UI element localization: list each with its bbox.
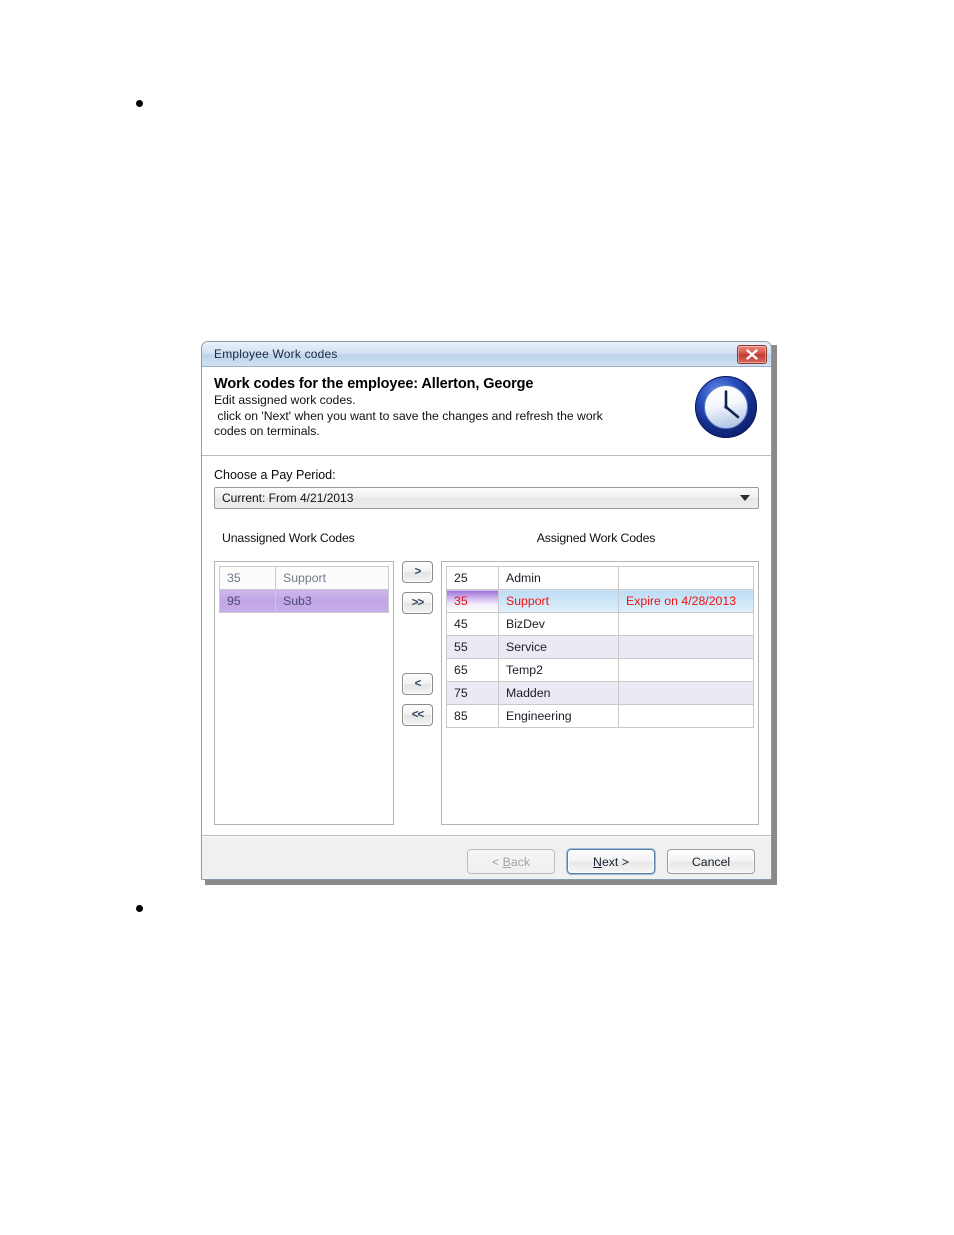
cell-name: Admin: [498, 566, 619, 590]
cell-name: Engineering: [498, 704, 619, 728]
table-row[interactable]: 65 Temp2: [446, 658, 754, 682]
transfer-caption-spacer: [416, 531, 419, 547]
cancel-button[interactable]: Cancel: [667, 849, 755, 874]
document-bullet-bottom: [136, 905, 143, 912]
header-title: Work codes for the employee: Allerton, G…: [214, 376, 534, 392]
table-row[interactable]: 35 Support: [219, 566, 389, 590]
chevron-double-right-icon: >>: [411, 597, 424, 609]
cell-code: 75: [446, 681, 499, 705]
close-button[interactable]: [737, 344, 767, 364]
dialog-title: Employee Work codes: [214, 347, 338, 361]
table-row[interactable]: 25 Admin: [446, 566, 754, 590]
unassigned-caption: Unassigned Work Codes: [222, 531, 355, 545]
cell-code: 35: [446, 589, 499, 613]
header-line-2: click on 'Next' when you want to save th…: [214, 408, 603, 423]
cell-code: 85: [446, 704, 499, 728]
dialog-header-text: Work codes for the employee: Allerton, G…: [214, 376, 689, 440]
dialog-body: Choose a Pay Period: Current: From 4/21/…: [202, 456, 771, 825]
dialog-footer: < Back Next > Cancel: [202, 835, 771, 879]
unassigned-grid: 35 Support 95 Sub3: [219, 566, 389, 613]
table-row[interactable]: 85 Engineering: [446, 704, 754, 728]
cell-name: BizDev: [498, 612, 619, 636]
employee-work-codes-dialog: Employee Work codes Work codes for the e…: [201, 341, 772, 880]
assign-all-button[interactable]: >>: [402, 592, 433, 614]
unassign-all-button[interactable]: <<: [402, 704, 433, 726]
unassigned-listbox[interactable]: 35 Support 95 Sub3: [214, 561, 394, 825]
assigned-listbox[interactable]: 25 Admin 35 Support Expire on 4/28/2013 45 Biz…: [441, 561, 759, 825]
unassign-one-button[interactable]: <: [402, 673, 433, 695]
cell-name: Madden: [498, 681, 619, 705]
cell-name: Sub3: [275, 589, 389, 613]
chevron-double-left-icon: <<: [411, 709, 424, 721]
work-codes-transfer-area: Unassigned Work Codes 35 Support 95 Sub3 > …: [214, 531, 759, 825]
assigned-grid: 25 Admin 35 Support Expire on 4/28/2013 45 Biz…: [446, 566, 754, 728]
next-button[interactable]: Next >: [567, 849, 655, 874]
dialog-header: Work codes for the employee: Allerton, G…: [202, 367, 771, 456]
cell-note: [618, 658, 754, 682]
assigned-column: Assigned Work Codes 25 Admin 35 Support Expi…: [441, 531, 759, 825]
cell-note: [618, 635, 754, 659]
table-row[interactable]: 75 Madden: [446, 681, 754, 705]
cell-code: 55: [446, 635, 499, 659]
dialog-titlebar: Employee Work codes: [202, 342, 771, 367]
cell-code: 45: [446, 612, 499, 636]
chevron-right-icon: >: [414, 566, 422, 578]
back-button-label: < Back: [492, 854, 530, 869]
pay-period-select[interactable]: Current: From 4/21/2013: [214, 487, 759, 509]
cell-name: Temp2: [498, 658, 619, 682]
next-button-label: Next >: [593, 854, 629, 869]
chevron-left-icon: <: [414, 678, 422, 690]
unassigned-column: Unassigned Work Codes 35 Support 95 Sub3: [214, 531, 394, 825]
cell-note: Expire on 4/28/2013: [618, 589, 754, 613]
table-row[interactable]: 35 Support Expire on 4/28/2013: [446, 589, 754, 613]
back-button[interactable]: < Back: [467, 849, 555, 874]
cell-note: [618, 612, 754, 636]
cell-name: Support: [275, 566, 389, 590]
cancel-button-label: Cancel: [691, 854, 731, 869]
header-line-1: Edit assigned work codes.: [214, 393, 356, 407]
cell-note: [618, 566, 754, 590]
chevron-down-icon: [740, 495, 750, 501]
cell-name: Support: [498, 589, 619, 613]
assign-one-button[interactable]: >: [402, 561, 433, 583]
cell-code: 95: [219, 589, 276, 613]
header-line-3: codes on terminals.: [214, 424, 320, 438]
cell-code: 65: [446, 658, 499, 682]
table-row[interactable]: 55 Service: [446, 635, 754, 659]
cell-name: Service: [498, 635, 619, 659]
cell-note: [618, 704, 754, 728]
cell-note: [618, 681, 754, 705]
transfer-buttons-column: > >> < <<: [394, 531, 441, 735]
cell-code: 35: [219, 566, 276, 590]
table-row[interactable]: 95 Sub3: [219, 589, 389, 613]
table-row[interactable]: 45 BizDev: [446, 612, 754, 636]
clock-icon: [693, 374, 759, 445]
document-bullet-top: [136, 100, 143, 107]
assigned-caption: Assigned Work Codes: [536, 531, 656, 545]
cell-code: 25: [446, 566, 499, 590]
pay-period-label: Choose a Pay Period:: [214, 468, 336, 482]
pay-period-value: Current: From 4/21/2013: [222, 491, 354, 505]
